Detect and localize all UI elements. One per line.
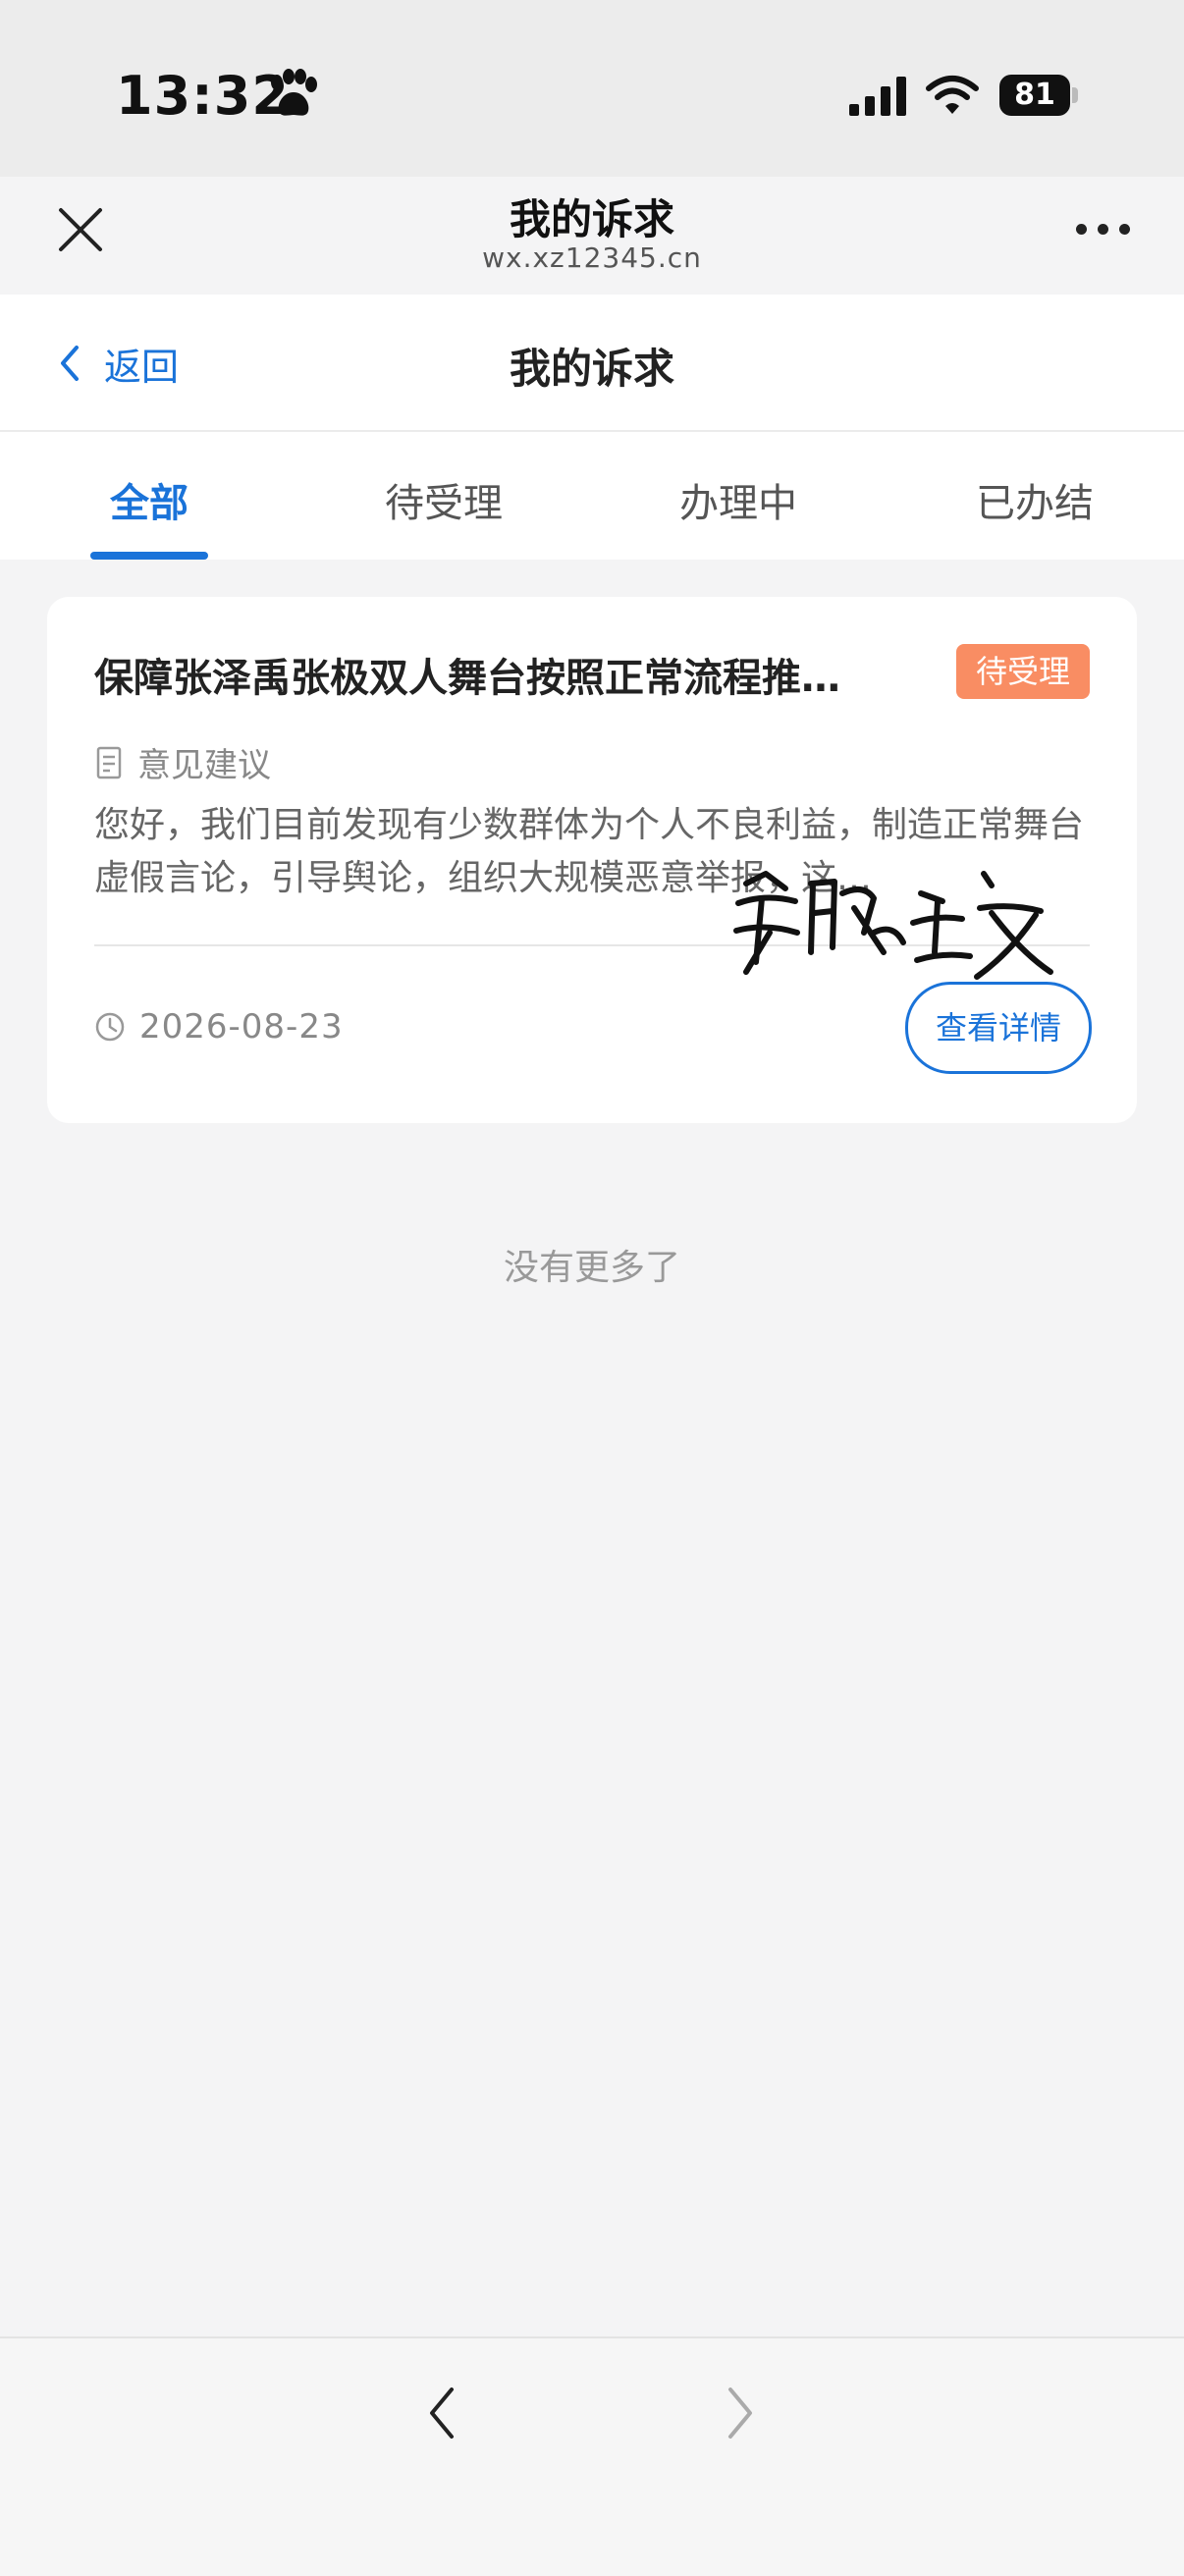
webview-title: 我的诉求 [509, 195, 674, 243]
active-tab-indicator [90, 552, 208, 560]
page-title: 我的诉求 [509, 345, 674, 393]
handwritten-signature [733, 871, 1053, 980]
appeal-title: 保障张泽禹张极双人舞台按照正常流程推… [94, 656, 840, 701]
tab-all[interactable]: 全部 [2, 471, 296, 528]
tab-bar: 全部 待受理 办理中 已办结 [0, 432, 1184, 560]
wifi-icon [926, 76, 979, 114]
document-icon [96, 746, 122, 778]
appeal-category: 意见建议 [96, 738, 271, 786]
no-more-text: 没有更多了 [503, 1248, 680, 1288]
tab-pending[interactable]: 待受理 [296, 471, 591, 528]
battery-icon: 81 [999, 75, 1078, 116]
browser-forward-icon[interactable] [723, 2384, 758, 2442]
browser-bottom-bar [0, 2336, 1184, 2576]
battery-level: 81 [1014, 78, 1055, 112]
appeal-date: 2026-08-23 [139, 1007, 344, 1046]
webview-url: wx.xz12345.cn [482, 242, 702, 274]
status-time: 13:32 [116, 65, 290, 127]
more-options-icon[interactable] [1076, 224, 1131, 236]
category-label: 意见建议 [137, 746, 271, 785]
tab-completed[interactable]: 已办结 [888, 471, 1182, 528]
signal-icon [849, 77, 906, 116]
status-bar: 13:32 81 [0, 0, 1184, 177]
status-badge: 待受理 [956, 644, 1090, 699]
page-header: 返回 我的诉求 [0, 295, 1184, 432]
browser-back-icon[interactable] [424, 2384, 459, 2442]
clock-icon [95, 1012, 125, 1042]
paw-icon [271, 69, 317, 116]
tab-processing[interactable]: 办理中 [591, 471, 886, 528]
